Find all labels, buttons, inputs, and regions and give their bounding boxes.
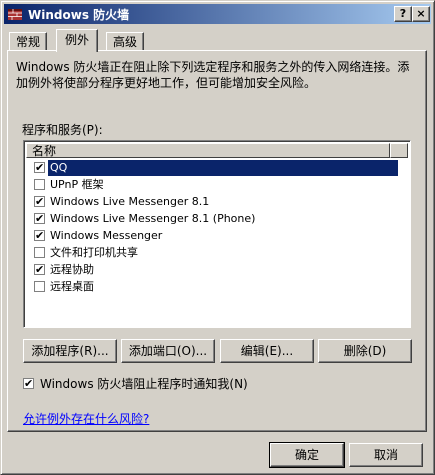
- title-bar[interactable]: Windows 防火墙 ? ×: [4, 4, 431, 24]
- list-item-remote-assistance[interactable]: ✔ 远程协助: [32, 262, 410, 278]
- item-checkbox[interactable]: [34, 281, 45, 292]
- column-header-filler: [390, 143, 408, 158]
- item-checkbox[interactable]: ✔: [34, 162, 45, 173]
- programs-label: 程序和服务(P):: [22, 123, 103, 137]
- item-checkbox[interactable]: [34, 247, 45, 258]
- notify-checkbox[interactable]: ✔: [23, 378, 34, 389]
- item-label: Windows Live Messenger 8.1 (Phone): [50, 212, 256, 225]
- notify-label: Windows 防火墙阻止程序时通知我(N): [40, 377, 248, 391]
- list-item-upnp[interactable]: UPnP 框架: [32, 177, 410, 193]
- list-item-windows-messenger[interactable]: ✔ Windows Messenger: [32, 228, 410, 244]
- close-button[interactable]: ×: [412, 6, 430, 22]
- list-item-file-printer-sharing[interactable]: 文件和打印机共享: [32, 245, 410, 261]
- item-checkbox[interactable]: ✔: [34, 230, 45, 241]
- cancel-button[interactable]: 取消: [349, 443, 423, 467]
- add-program-button[interactable]: 添加程序(R)...: [23, 339, 117, 363]
- item-checkbox[interactable]: ✔: [34, 264, 45, 275]
- window-title: Windows 防火墙: [28, 8, 130, 22]
- exceptions-risk-link[interactable]: 允许例外存在什么风险?: [23, 410, 149, 427]
- tab-general[interactable]: 常规: [9, 32, 48, 52]
- help-button[interactable]: ?: [394, 6, 412, 22]
- tab-exceptions[interactable]: 例外: [56, 29, 99, 52]
- item-label: QQ: [48, 160, 398, 176]
- delete-button[interactable]: 删除(D): [318, 339, 412, 363]
- edit-button[interactable]: 编辑(E)...: [220, 339, 314, 363]
- firewall-app-icon: [8, 9, 22, 20]
- programs-list[interactable]: 名称 ✔ QQ UPnP 框架 ✔ Windows Live Messenger…: [23, 140, 411, 328]
- description-text: Windows 防火墙正在阻止除下列选定程序和服务之外的传入网络连接。添加例外将…: [16, 60, 410, 90]
- item-checkbox[interactable]: [34, 179, 45, 190]
- ok-button[interactable]: 确定: [269, 442, 345, 468]
- list-item-live-messenger[interactable]: ✔ Windows Live Messenger 8.1: [32, 194, 410, 210]
- tab-advanced[interactable]: 高级: [106, 32, 145, 52]
- item-label: 远程桌面: [50, 280, 94, 293]
- column-header-name[interactable]: 名称: [26, 143, 390, 158]
- list-item-qq[interactable]: ✔ QQ: [32, 160, 410, 176]
- item-label: UPnP 框架: [50, 178, 104, 191]
- item-label: Windows Messenger: [50, 229, 163, 242]
- item-label: Windows Live Messenger 8.1: [50, 195, 210, 208]
- add-port-button[interactable]: 添加端口(O)...: [121, 339, 215, 363]
- item-label: 远程协助: [50, 263, 94, 276]
- list-item-live-messenger-phone[interactable]: ✔ Windows Live Messenger 8.1 (Phone): [32, 211, 410, 227]
- list-item-remote-desktop[interactable]: 远程桌面: [32, 279, 410, 295]
- item-label: 文件和打印机共享: [50, 246, 138, 259]
- item-checkbox[interactable]: ✔: [34, 213, 45, 224]
- item-checkbox[interactable]: ✔: [34, 196, 45, 207]
